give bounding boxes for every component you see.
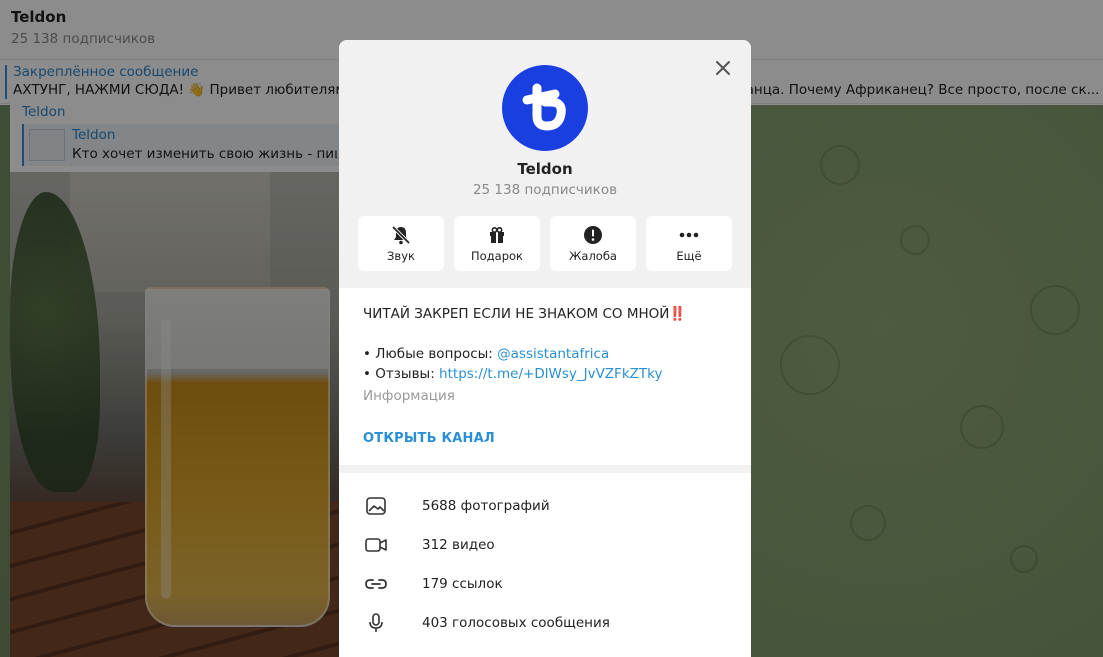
more-label: Ещё bbox=[676, 249, 702, 263]
video-icon bbox=[365, 538, 387, 552]
bell-muted-icon bbox=[391, 225, 411, 245]
media-photos-label: 5688 фотографий bbox=[422, 498, 550, 514]
channel-description: ЧИТАЙ ЗАКРЕП ЕСЛИ НЕ ЗНАКОМ СО МНОЙ‼️ • … bbox=[339, 288, 751, 465]
reviews-prefix: • Отзывы: bbox=[363, 366, 440, 382]
info-label: Информация bbox=[363, 388, 455, 404]
close-button[interactable] bbox=[709, 54, 737, 82]
media-videos-label: 312 видео bbox=[422, 537, 495, 553]
media-row-videos[interactable]: 312 видео bbox=[339, 526, 751, 564]
more-icon bbox=[679, 232, 699, 238]
media-voice-label: 403 голосовых сообщения bbox=[422, 615, 610, 631]
microphone-icon bbox=[369, 613, 383, 632]
media-row-photos[interactable]: 5688 фотографий bbox=[339, 487, 751, 525]
gift-label: Подарок bbox=[471, 249, 523, 263]
media-links-label: 179 ссылок bbox=[422, 576, 503, 592]
reviews-link[interactable]: https://t.me/+DlWsy_JvVZFkZTky bbox=[439, 366, 662, 382]
description-headline: ЧИТАЙ ЗАКРЕП ЕСЛИ НЕ ЗНАКОМ СО МНОЙ‼️ bbox=[363, 306, 687, 322]
report-label: Жалоба bbox=[569, 249, 617, 263]
channel-avatar[interactable] bbox=[502, 65, 588, 151]
media-row-voice[interactable]: 403 голосовых сообщения bbox=[339, 604, 751, 642]
questions-link[interactable]: @assistantafrica bbox=[497, 346, 609, 362]
report-icon bbox=[584, 226, 602, 244]
sound-label: Звук bbox=[387, 249, 415, 263]
modal-header: Teldon 25 138 подписчиков Звук Подарок Ж… bbox=[339, 40, 751, 288]
gift-icon bbox=[490, 226, 504, 243]
more-button[interactable]: Ещё bbox=[646, 216, 732, 271]
section-divider bbox=[339, 465, 751, 473]
media-row-links[interactable]: 179 ссылок bbox=[339, 565, 751, 603]
teldon-logo-icon bbox=[522, 83, 566, 131]
photo-icon bbox=[366, 497, 386, 515]
open-channel-button[interactable]: ОТКРЫТЬ КАНАЛ bbox=[363, 431, 495, 446]
description-reviews: • Отзывы: https://t.me/+DlWsy_JvVZFkZTky bbox=[363, 366, 662, 382]
sound-button[interactable]: Звук bbox=[358, 216, 444, 271]
modal-subscriber-count: 25 138 подписчиков bbox=[472, 182, 618, 198]
channel-info-modal: Teldon 25 138 подписчиков Звук Подарок Ж… bbox=[339, 40, 751, 657]
close-icon bbox=[716, 61, 730, 75]
modal-channel-title: Teldon bbox=[517, 160, 573, 178]
report-button[interactable]: Жалоба bbox=[550, 216, 636, 271]
link-icon bbox=[365, 579, 387, 589]
gift-button[interactable]: Подарок bbox=[454, 216, 540, 271]
description-questions: • Любые вопросы: @assistantafrica bbox=[363, 346, 609, 362]
shared-media-list: 5688 фотографий 312 видео 179 ссылок 403… bbox=[339, 473, 751, 657]
questions-prefix: • Любые вопросы: bbox=[363, 346, 498, 362]
